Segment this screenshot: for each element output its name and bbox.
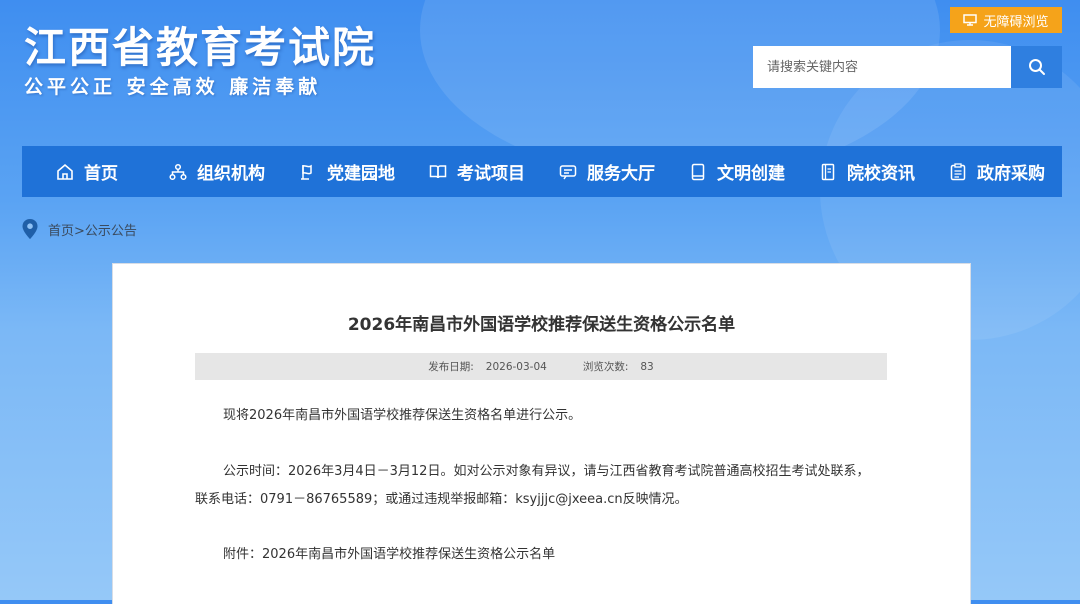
article-title: 2026年南昌市外国语学校推荐保送生资格公示名单: [347, 315, 736, 335]
org-chart-icon: [169, 163, 187, 180]
nav-label: 服务大厅: [587, 164, 655, 184]
accessibility-label: 无障碍浏览: [983, 14, 1049, 30]
nav-item-service-hall[interactable]: 服务大厅: [542, 146, 672, 197]
nav-item-civilization[interactable]: 文明创建: [672, 146, 802, 197]
search-button[interactable]: [1011, 46, 1062, 88]
nav-label: 政府采购: [977, 164, 1045, 184]
home-icon: [57, 163, 73, 180]
publish-date-label: 发布日期:: [428, 361, 474, 373]
article-card: 2026年南昌市外国语学校推荐保送生资格公示名单 发布日期: 2026-03-04…: [113, 264, 970, 604]
breadcrumb-current-link[interactable]: 公示公告: [85, 224, 137, 239]
main-nav: 首页 组织机构 党建园地 考试项目 服务大厅 文明创建 院校资讯 政府采购: [22, 146, 1062, 197]
article-paragraph: 公示时间：2026年3月4日－3月12日。如对公示对象有异议，请与江西省教育考试…: [195, 458, 895, 514]
nav-item-home[interactable]: 首页: [22, 146, 152, 197]
service-icon: [559, 164, 577, 179]
views-count: 83: [640, 360, 654, 373]
breadcrumb-separator: >: [74, 223, 85, 239]
book-icon: [429, 164, 447, 178]
party-icon: [301, 164, 312, 180]
site-slogan: 公平公正 安全高效 廉洁奉献: [24, 76, 322, 98]
document-icon: [691, 163, 705, 180]
nav-label: 院校资讯: [847, 164, 915, 184]
publish-date: 2026-03-04: [485, 360, 547, 373]
location-pin-icon: [22, 219, 38, 239]
nav-label: 党建园地: [327, 164, 395, 184]
nav-label: 考试项目: [457, 164, 525, 184]
nav-item-exams[interactable]: 考试项目: [412, 146, 542, 197]
news-icon: [821, 163, 835, 180]
nav-item-party[interactable]: 党建园地: [282, 146, 412, 197]
search-input[interactable]: [753, 46, 1011, 88]
article-paragraph: 现将2026年南昌市外国语学校推荐保送生资格名单进行公示。: [223, 408, 582, 423]
breadcrumb-home-link[interactable]: 首页: [48, 224, 74, 239]
nav-label: 首页: [84, 164, 118, 184]
nav-item-procurement[interactable]: 政府采购: [932, 146, 1062, 197]
views-label: 浏览次数:: [582, 361, 629, 373]
nav-item-school-news[interactable]: 院校资讯: [802, 146, 932, 197]
attachment-link[interactable]: 附件：2026年南昌市外国语学校推荐保送生资格公示名单: [195, 541, 923, 569]
accessibility-button[interactable]: 无障碍浏览: [950, 7, 1062, 33]
article-meta-bar: 发布日期: 2026-03-04 浏览次数: 83: [195, 353, 887, 380]
monitor-icon: [963, 14, 978, 26]
article-text-line: 公示时间：2026年3月4日－3月12日。如对公示对象有异议，请与江西省教育考试…: [223, 464, 870, 479]
clipboard-icon: [950, 162, 966, 180]
site-title: 江西省教育考试院: [24, 23, 377, 72]
breadcrumb: 首页>公示公告: [22, 219, 137, 239]
article-text-line: 联系电话：0791－86765589；或通过违规举报邮箱：ksyjjjc@jxe…: [195, 492, 688, 507]
nav-item-organization[interactable]: 组织机构: [152, 146, 282, 197]
nav-label: 组织机构: [197, 164, 265, 184]
search-icon: [1028, 59, 1045, 75]
nav-label: 文明创建: [717, 164, 785, 184]
